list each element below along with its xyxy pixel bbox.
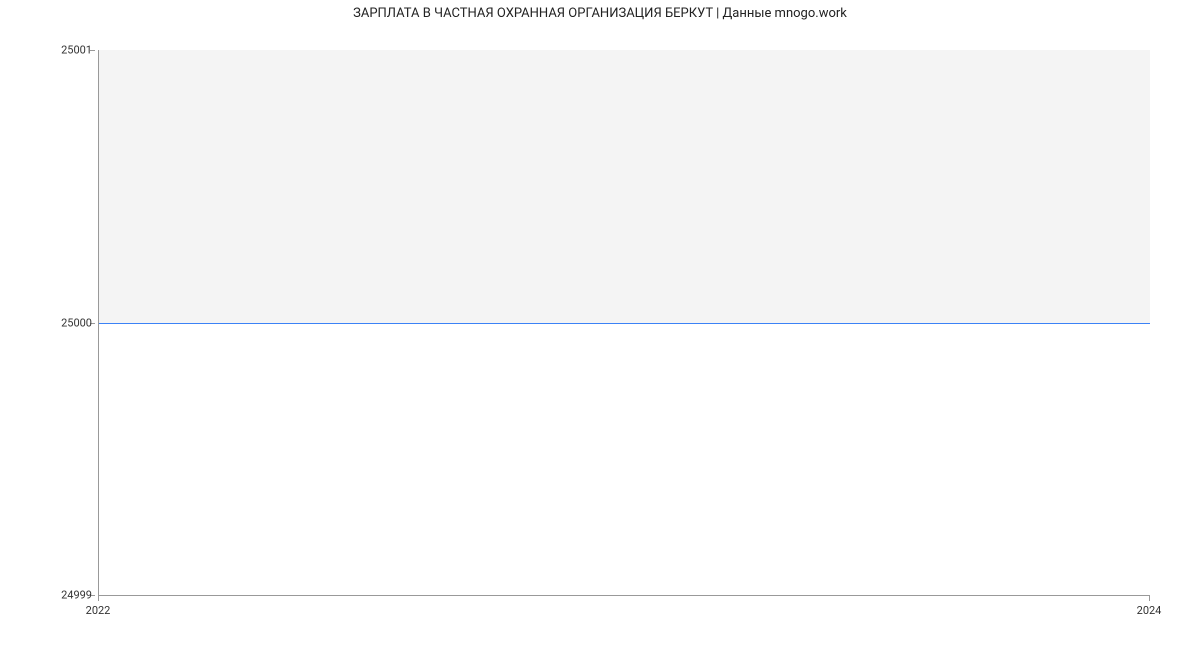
plot-background-band xyxy=(99,50,1150,323)
plot-area xyxy=(98,50,1150,596)
x-tick xyxy=(1149,596,1150,601)
y-axis-label: 24999 xyxy=(61,589,92,602)
x-tick xyxy=(98,596,99,601)
y-axis-label: 25001 xyxy=(61,44,92,57)
x-axis-label: 2024 xyxy=(1137,604,1162,617)
data-line xyxy=(99,323,1150,324)
chart-container: 25001 25000 24999 2022 2024 xyxy=(48,40,1168,610)
x-axis-label: 2022 xyxy=(86,604,111,617)
y-axis-label: 25000 xyxy=(61,317,92,330)
chart-title: ЗАРПЛАТА В ЧАСТНАЯ ОХРАННАЯ ОРГАНИЗАЦИЯ … xyxy=(0,6,1200,21)
